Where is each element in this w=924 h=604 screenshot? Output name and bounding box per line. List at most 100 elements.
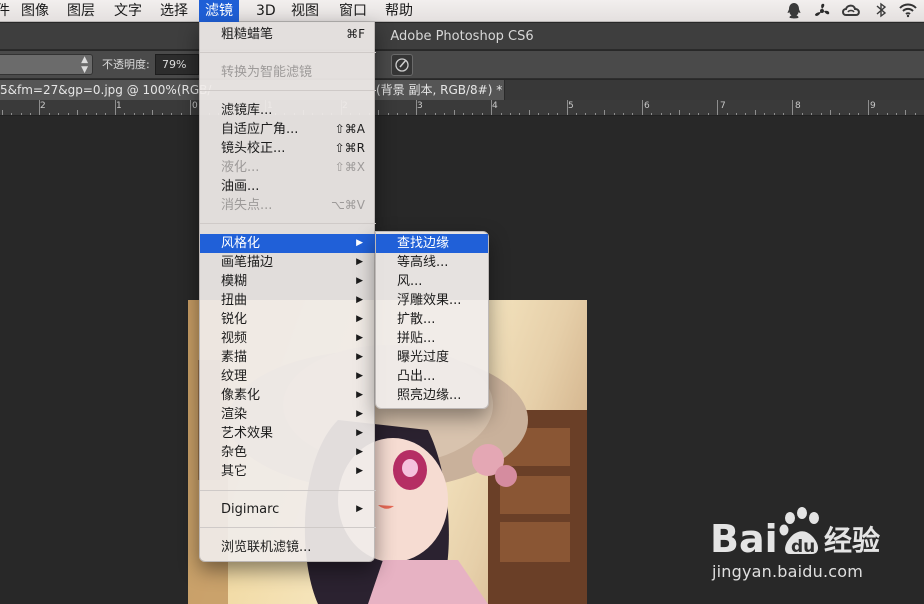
menu-item-lens-correction[interactable]: 镜头校正... ⇧⌘R — [200, 139, 376, 158]
menu-item-label: 油画... — [221, 179, 260, 194]
ruler-label: 2 — [40, 101, 46, 111]
document-tab-title-start: 5&fm=27&gp=0.jpg @ 100%(RGB/ — [0, 83, 212, 97]
ruler-label: 5 — [568, 101, 574, 111]
app-title: Adobe Photoshop CS6 — [390, 29, 534, 44]
menu-item-sketch[interactable]: 素描 ▶ — [200, 348, 376, 367]
ruler-label: 6 — [644, 101, 650, 111]
menu-filter[interactable]: 滤镜 — [199, 0, 239, 22]
menu-separator — [200, 527, 376, 528]
submenu-item-contour[interactable]: 等高线... — [376, 253, 488, 272]
menu-3d[interactable]: 3D — [256, 0, 276, 22]
shortcut-label: ⌥⌘V — [330, 198, 365, 212]
ruler-label: 4 — [492, 101, 498, 111]
submenu-item-extrude[interactable]: 凸出... — [376, 367, 488, 386]
menu-item-label: 粗糙蜡笔 — [221, 27, 274, 42]
menu-item-label: Digimarc — [221, 502, 280, 517]
creative-cloud-icon[interactable] — [841, 2, 860, 20]
menu-item-render[interactable]: 渲染 ▶ — [200, 405, 376, 424]
menu-item-label: 浏览联机滤镜... — [221, 540, 312, 555]
logo-text-du: du — [791, 537, 815, 557]
submenu-item-find-edges[interactable]: 查找边缘 — [376, 234, 488, 253]
pressure-opacity-button[interactable] — [391, 54, 413, 76]
menu-item-label: 视频 — [221, 331, 248, 346]
menu-item-label: 模糊 — [221, 274, 248, 289]
updown-arrows-icon: ▲ ▼ — [81, 55, 88, 75]
menu-view[interactable]: 视图 — [291, 0, 319, 22]
submenu-item-tiles[interactable]: 拼贴... — [376, 329, 488, 348]
menu-item-artistic[interactable]: 艺术效果 ▶ — [200, 424, 376, 443]
menu-item-liquify[interactable]: 液化... ⇧⌘X — [200, 158, 376, 177]
menu-item-adaptive-wide-angle[interactable]: 自适应广角... ⇧⌘A — [200, 120, 376, 139]
menu-item-last-filter[interactable]: 粗糙蜡笔 ⌘F — [200, 25, 376, 44]
opacity-input[interactable]: 79% — [155, 54, 199, 75]
menu-item-sharpen[interactable]: 锐化 ▶ — [200, 310, 376, 329]
menu-item-label: 风格化 — [221, 236, 261, 251]
shortcut-label: ⇧⌘X — [334, 160, 365, 174]
submenu-item-glowing-edges[interactable]: 照亮边缘... — [376, 386, 488, 405]
document-tab-bar: 5&fm=27&gp=0.jpg @ 100%(RGB/ (背景 副本, RGB… — [0, 80, 924, 100]
menu-help[interactable]: 帮助 — [385, 0, 413, 22]
submenu-arrow-icon: ▶ — [356, 466, 363, 476]
menu-item-label: 杂色 — [221, 445, 248, 460]
shortcut-label: ⌘F — [346, 27, 365, 41]
ruler-label: 8 — [795, 101, 801, 111]
menu-item-label: 其它 — [221, 464, 248, 479]
menu-item-oil-paint[interactable]: 油画... — [200, 177, 376, 196]
ruler-label: 0 — [192, 101, 198, 111]
menu-item-label: 渲染 — [221, 407, 248, 422]
logo-text-jingyan: 经验 — [824, 524, 880, 557]
ruler-label: 3 — [417, 101, 423, 111]
ruler-label: 1 — [116, 101, 122, 111]
menu-item-stylize[interactable]: 风格化 ▶ — [200, 234, 376, 253]
submenu-arrow-icon: ▶ — [356, 295, 363, 305]
menu-item-label: 消失点... — [221, 198, 273, 213]
document-tab-title-end: (背景 副本, RGB/8#) * — [376, 83, 503, 97]
menu-item-label: 锐化 — [221, 312, 248, 327]
submenu-arrow-icon: ▶ — [356, 409, 363, 419]
logo-text-bai: Bai — [710, 517, 778, 560]
ruler-label: 9 — [870, 101, 876, 111]
baidu-jingyan-watermark: Bai du 经验 — [710, 506, 910, 561]
menu-item-pixelate[interactable]: 像素化 ▶ — [200, 386, 376, 405]
submenu-item-emboss[interactable]: 浮雕效果... — [376, 291, 488, 310]
menu-item-label: 扭曲 — [221, 293, 248, 308]
menu-item-noise[interactable]: 杂色 ▶ — [200, 443, 376, 462]
menu-type[interactable]: 文字 — [114, 0, 142, 22]
menu-item-label: 自适应广角... — [221, 122, 299, 137]
menu-item-label: 镜头校正... — [221, 141, 286, 156]
blend-mode-select[interactable]: ▲ ▼ — [0, 54, 93, 75]
menu-select[interactable]: 选择 — [160, 0, 188, 22]
menu-item-vanishing-point[interactable]: 消失点... ⌥⌘V — [200, 196, 376, 215]
menu-item-filter-gallery[interactable]: 滤镜库... — [200, 101, 376, 120]
qq-icon[interactable] — [785, 2, 803, 20]
filter-menu: 粗糙蜡笔 ⌘F 转换为智能滤镜 滤镜库... 自适应广角... ⇧⌘A 镜头校正… — [199, 22, 376, 562]
stylize-submenu: 查找边缘 等高线... 风... 浮雕效果... 扩散... 拼贴... 曝光过… — [375, 231, 489, 409]
bluetooth-icon[interactable] — [872, 2, 890, 20]
menu-item-label: 滤镜库... — [221, 103, 273, 118]
wifi-icon[interactable] — [898, 2, 917, 20]
menu-separator — [200, 223, 376, 224]
menu-item-digimarc[interactable]: Digimarc ▶ — [200, 500, 376, 519]
menu-item-blur[interactable]: 模糊 ▶ — [200, 272, 376, 291]
menu-item-brush-strokes[interactable]: 画笔描边 ▶ — [200, 253, 376, 272]
menu-window[interactable]: 窗口 — [339, 0, 367, 22]
menu-item-video[interactable]: 视频 ▶ — [200, 329, 376, 348]
fan-icon[interactable] — [813, 2, 831, 20]
submenu-arrow-icon: ▶ — [356, 504, 363, 514]
menu-item-texture[interactable]: 纹理 ▶ — [200, 367, 376, 386]
submenu-item-solarize[interactable]: 曝光过度 — [376, 348, 488, 367]
menu-item-convert-smart-filter[interactable]: 转换为智能滤镜 — [200, 63, 376, 82]
horizontal-ruler: 2 1 0 1 2 3 4 5 6 7 8 9 — [0, 100, 924, 116]
menu-item-label: 像素化 — [221, 388, 261, 403]
menu-item-browse-online-filters[interactable]: 浏览联机滤镜... — [200, 538, 376, 557]
menu-file-partial[interactable]: 件 — [0, 0, 10, 22]
menu-item-other[interactable]: 其它 ▶ — [200, 462, 376, 481]
menu-layer[interactable]: 图层 — [67, 0, 95, 22]
menu-image[interactable]: 图像 — [21, 0, 49, 22]
submenu-item-diffuse[interactable]: 扩散... — [376, 310, 488, 329]
menu-item-distort[interactable]: 扭曲 ▶ — [200, 291, 376, 310]
submenu-item-wind[interactable]: 风... — [376, 272, 488, 291]
options-bar: ▲ ▼ 不透明度: 79% — [0, 51, 924, 79]
submenu-arrow-icon: ▶ — [356, 257, 363, 267]
submenu-arrow-icon: ▶ — [356, 352, 363, 362]
